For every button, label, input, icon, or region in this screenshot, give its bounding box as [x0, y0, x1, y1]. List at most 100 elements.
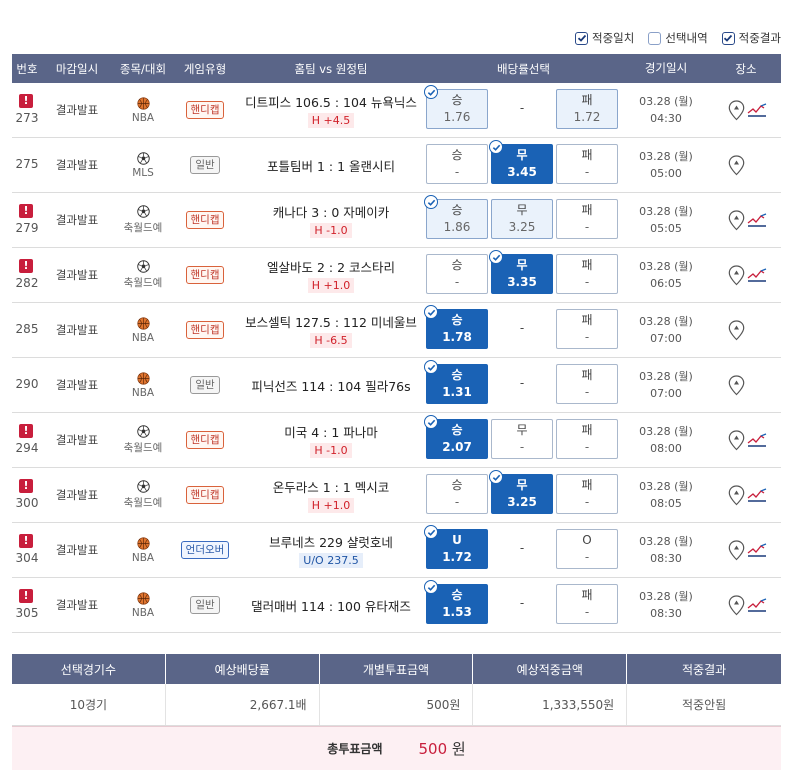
odds-win-button[interactable]: 승 1.86 [424, 195, 488, 239]
game-date: 03.28 (월) [639, 370, 693, 383]
location-pin-icon[interactable] [728, 595, 745, 616]
odds-draw-button[interactable]: 무 3.25 [489, 470, 553, 514]
game-type-badge: 핸디캡 [185, 486, 225, 504]
odds-value: - [584, 165, 590, 179]
legend-checkbox[interactable] [575, 31, 589, 45]
location-pin-icon[interactable] [728, 320, 745, 341]
row-game-date: 03.28 (월) 08:30 [621, 533, 711, 567]
row-game-date: 03.28 (월) 08:00 [621, 423, 711, 457]
odds-win-button[interactable]: 승 2.07 [424, 415, 488, 459]
odds-trend-icon[interactable] [747, 598, 767, 612]
odds-trend-icon[interactable] [747, 213, 767, 227]
odds-trend-icon[interactable] [747, 268, 767, 282]
odds-label: O [582, 533, 592, 547]
row-number: 290 [15, 377, 39, 391]
header-place: 장소 [735, 61, 757, 76]
row-match: 엘살바도 2 : 2 코스타리 H +1.0 [236, 257, 426, 293]
row-place [711, 248, 781, 302]
soccer-ball-icon [136, 205, 150, 218]
header-odds: 배당률선택 [497, 61, 550, 76]
handicap-line: H -1.0 [310, 443, 352, 458]
odds-lose-button[interactable]: 패 1.72 [556, 89, 618, 129]
odds-win-button[interactable]: 승- [426, 474, 488, 514]
table-row: ! 294 결과발표 축월드예 핸디캡 미국 4 : 1 파나마 H -1.0 승 2.07 무 -… [12, 413, 781, 468]
game-type-badge: 핸디캡 [185, 321, 225, 339]
row-state: 결과발표 [55, 323, 99, 337]
row-game-type: 핸디캡 [174, 266, 236, 284]
legend-checkbox[interactable] [648, 31, 662, 45]
odds-draw-empty: - [519, 376, 525, 390]
location-pin-icon[interactable] [728, 155, 745, 176]
legend-item[interactable]: 적중결과 [721, 30, 781, 46]
location-pin-icon[interactable] [728, 210, 745, 231]
row-game-type: 핸디캡 [174, 211, 236, 229]
odds-win-button[interactable]: 승- [426, 254, 488, 294]
location-pin-icon[interactable] [728, 100, 745, 121]
odds-lose-button[interactable]: 패- [556, 254, 618, 294]
hit-check-icon [424, 360, 438, 374]
odds-lose-button[interactable]: 패- [556, 199, 618, 239]
odds-lose-button[interactable]: 패- [556, 474, 618, 514]
game-time: 05:05 [650, 222, 682, 235]
odds-label: 패 [581, 478, 593, 492]
row-state: 결과발표 [55, 598, 99, 612]
row-place [711, 468, 781, 522]
legend-item[interactable]: 선택내역 [648, 30, 708, 46]
header-no: 번호 [16, 61, 38, 76]
row-number: 279 [15, 221, 39, 235]
row-place [711, 83, 781, 137]
odds-lose-button[interactable]: O- [556, 529, 618, 569]
odds-lose-button[interactable]: 패- [556, 584, 618, 624]
row-odds: 승 1.53- 패 - [424, 578, 621, 632]
odds-win-button[interactable]: U 1.72 [424, 525, 488, 569]
odds-win-button[interactable]: 승 1.78 [424, 305, 488, 349]
odds-draw-button[interactable]: 무- [491, 419, 553, 459]
row-league: NBA [131, 386, 155, 399]
row-league: 축월드예 [123, 277, 163, 289]
odds-lose-button[interactable]: 패- [556, 364, 618, 404]
odds-draw-button[interactable]: 무 3.45 [489, 140, 553, 184]
odds-win-button[interactable]: 승 1.76 [424, 85, 488, 129]
odds-win-button[interactable]: 승 1.53 [424, 580, 488, 624]
odds-draw-empty: - [519, 541, 525, 555]
warning-icon: ! [19, 589, 33, 603]
header-game-type: 게임유형 [183, 61, 227, 76]
odds-value: 1.86 [443, 220, 471, 234]
row-number-cell: ! 304 [12, 523, 42, 577]
odds-value: 3.25 [508, 220, 536, 234]
legend-checkbox[interactable] [721, 31, 735, 45]
odds-win-button[interactable]: 승- [426, 144, 488, 184]
handicap-line: H +4.5 [307, 113, 355, 128]
odds-trend-icon[interactable] [747, 488, 767, 502]
odds-value: - [584, 220, 590, 234]
game-type-badge: 일반 [190, 596, 220, 614]
legend-item[interactable]: 적중일치 [575, 30, 634, 46]
location-pin-icon[interactable] [728, 430, 745, 451]
odds-draw-button[interactable]: 무 3.25 [491, 199, 553, 239]
location-pin-icon[interactable] [728, 265, 745, 286]
row-game-date: 03.28 (월) 04:30 [621, 93, 711, 127]
location-pin-icon[interactable] [728, 375, 745, 396]
odds-trend-icon[interactable] [747, 103, 767, 117]
odds-value: 1.76 [443, 110, 471, 124]
location-pin-icon[interactable] [728, 485, 745, 506]
odds-win-button[interactable]: 승 1.31 [424, 360, 488, 404]
game-time: 08:30 [650, 607, 682, 620]
game-time: 08:30 [650, 552, 682, 565]
header-match: 홈팀 vs 원정팀 [294, 61, 368, 76]
game-date: 03.28 (월) [639, 150, 693, 163]
odds-lose-button[interactable]: 패- [556, 419, 618, 459]
odds-label: 패 [581, 588, 593, 602]
warning-icon: ! [19, 424, 33, 438]
location-pin-icon[interactable] [728, 540, 745, 561]
odds-trend-icon[interactable] [747, 433, 767, 447]
odds-lose-button[interactable]: 패- [556, 309, 618, 349]
odds-draw-button[interactable]: 무 3.35 [489, 250, 553, 294]
game-date: 03.28 (월) [639, 535, 693, 548]
odds-lose-button[interactable]: 패- [556, 144, 618, 184]
row-sport: NBA [112, 96, 174, 124]
table-row: ! 279 결과발표 축월드예 핸디캡 캐나다 3 : 0 자메이카 H -1.0 승 1.86… [12, 193, 781, 248]
odds-trend-icon[interactable] [747, 543, 767, 557]
row-state: 결과발표 [55, 213, 99, 227]
hit-check-icon [424, 580, 438, 594]
